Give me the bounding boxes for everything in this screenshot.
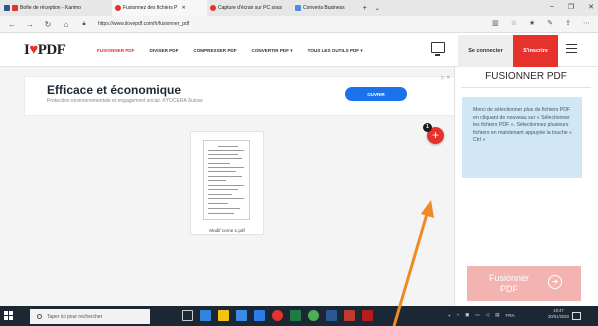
url-field[interactable]: https://www.ilovepdf.com/fr/fusionner_pd… [98, 21, 189, 27]
tab-ilovepdf[interactable]: Fusionnez des fichiers P ✕ [112, 0, 207, 16]
new-tab-icon[interactable]: + [363, 5, 367, 12]
ad-subtitle: Protection environnementale et engagemen… [47, 98, 203, 104]
merge-pdf-button[interactable]: Fusionner PDF [467, 266, 581, 301]
outlook-icon[interactable] [344, 310, 355, 321]
tab-label: Converia Business [303, 5, 345, 11]
forward-icon[interactable]: → [24, 20, 36, 29]
arrow-right-circle-icon: ➜ [548, 275, 562, 289]
sidebar-divider [461, 87, 591, 88]
favorite-star-icon[interactable]: ☆ [511, 19, 517, 27]
refresh-icon[interactable]: ↻ [42, 20, 54, 29]
tab-capture[interactable]: Capture d'écran sur PC sous [207, 0, 292, 16]
word-icon[interactable] [326, 310, 337, 321]
pdf-file-name: Modif corne 1.pdf [209, 228, 245, 233]
ilovepdf-app-icon[interactable] [272, 310, 283, 321]
excel-icon[interactable] [290, 310, 301, 321]
network-icon[interactable]: ▣ [465, 312, 469, 318]
ad-title: Efficace et économique [47, 83, 182, 97]
tab-mail[interactable]: Boîte de réception - Karimo [0, 0, 112, 16]
main-menu: FUSIONNER PDF DIVISER PDF COMPRESSER PDF… [97, 48, 363, 54]
tab-converia[interactable]: Converia Business + ⌄ [292, 0, 392, 16]
browser-tab-bar: Boîte de réception - Karimo Fusionnez de… [0, 0, 598, 16]
volume-icon[interactable]: ◁ [486, 312, 490, 318]
info-text: Merci de sélectionner plus de fichiers P… [473, 107, 572, 144]
home-icon[interactable]: ⌂ [60, 20, 72, 29]
tab-label: Fusionnez des fichiers P [123, 5, 178, 11]
desktop-app-icon[interactable] [431, 42, 445, 56]
converia-icon [295, 5, 301, 11]
gmail-icon [12, 5, 18, 11]
pdf-app-icon[interactable] [362, 310, 373, 321]
system-tray: ● ^ ▣ ▭ ◁ ▤ FRA [448, 312, 515, 318]
task-view-icon[interactable] [182, 310, 193, 321]
clock-date: 30/01/2020 [548, 314, 569, 319]
lock-icon: 🔒︎ [82, 20, 86, 27]
menu-all-tools[interactable]: TOUS LES OUTILS PDF ▾ [308, 48, 363, 54]
window-controls: – ❐ ✕ [550, 3, 594, 11]
opera-icon [210, 5, 216, 11]
more-icon[interactable]: ⋯ [583, 19, 590, 27]
close-tab-icon[interactable]: ✕ [181, 5, 185, 11]
logo-text: PDF [37, 42, 66, 58]
taskbar-search-placeholder: Taper ici pour rechercher [47, 313, 103, 320]
taskbar-clock[interactable]: 10:47 30/01/2020 [548, 308, 569, 320]
menu-convert-pdf[interactable]: CONVERTIR PDF ▾ [252, 48, 293, 54]
tray-expand-icon[interactable]: ^ [457, 313, 459, 318]
login-button[interactable]: Se connecter [458, 35, 513, 67]
chrome-icon[interactable] [308, 310, 319, 321]
logo-heart-icon: ♥ [29, 42, 38, 58]
browser-tools: ▥ ☆ ★ ✎ ⇪ ⋯ [492, 19, 590, 27]
mail-icon [4, 5, 10, 11]
taskbar-apps [182, 310, 373, 321]
edge-icon[interactable] [200, 310, 211, 321]
mail-app-icon[interactable] [254, 310, 265, 321]
file-explorer-icon[interactable] [218, 310, 229, 321]
tab-dropdown-icon[interactable]: ⌄ [375, 5, 380, 12]
back-icon[interactable]: ← [6, 20, 18, 29]
notification-center-icon[interactable] [572, 312, 581, 320]
file-count-badge: 1 [423, 123, 432, 132]
tab-label: Capture d'écran sur PC sous [218, 5, 283, 11]
signup-button[interactable]: S'inscrire [513, 35, 558, 67]
taskbar-search-input[interactable]: Taper ici pour rechercher [30, 309, 150, 324]
hamburger-menu-icon[interactable] [566, 44, 577, 53]
tab-label: Boîte de réception - Karimo [20, 5, 81, 11]
menu-split-pdf[interactable]: DIVISER PDF [150, 48, 179, 54]
reading-view-icon[interactable]: ▥ [492, 19, 499, 27]
menu-compress-pdf[interactable]: COMPRESSER PDF [193, 48, 236, 54]
search-icon [37, 314, 42, 319]
pen-icon[interactable]: ✎ [547, 19, 553, 27]
ilovepdf-heart-icon [115, 5, 121, 11]
language-indicator[interactable]: FRA [506, 313, 515, 318]
pdf-thumbnail [203, 140, 250, 220]
merge-button-label: Fusionner PDF [488, 272, 530, 294]
battery-icon[interactable]: ▭ [475, 312, 479, 318]
favorites-icon[interactable]: ★ [529, 19, 535, 27]
menu-merge-pdf[interactable]: FUSIONNER PDF [97, 48, 135, 54]
ad-choices-icon[interactable]: ▷ ✕ [441, 75, 450, 81]
address-bar: ← → ↻ ⌂ 🔒︎ https://www.ilovepdf.com/fr/f… [0, 16, 598, 33]
tray-app-icon[interactable]: ● [448, 313, 451, 318]
ilovepdf-logo[interactable]: I♥PDF [24, 42, 66, 59]
maximize-icon[interactable]: ❐ [568, 3, 574, 11]
sidebar-title: FUSIONNER PDF [485, 71, 567, 82]
close-window-icon[interactable]: ✕ [588, 3, 594, 11]
keyboard-icon[interactable]: ▤ [495, 312, 499, 318]
store-icon[interactable] [236, 310, 247, 321]
minimize-icon[interactable]: – [550, 3, 554, 11]
ad-open-button[interactable]: OUVRIR [345, 87, 407, 101]
share-icon[interactable]: ⇪ [565, 19, 571, 27]
windows-start-icon[interactable] [4, 311, 13, 320]
